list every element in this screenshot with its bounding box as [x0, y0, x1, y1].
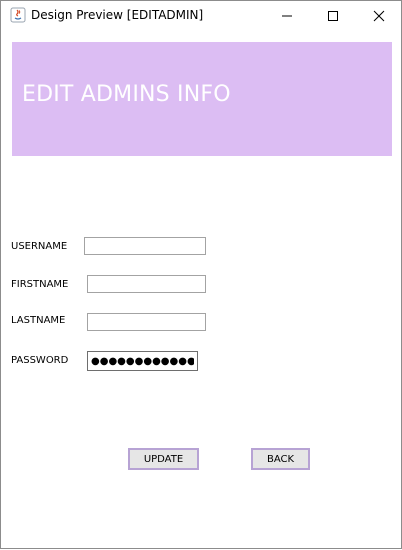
username-label: USERNAME	[11, 241, 68, 252]
update-button[interactable]: UPDATE	[128, 448, 199, 470]
password-label: PASSWORD	[11, 355, 69, 366]
window-title: Design Preview [EDITADMIN]	[31, 8, 204, 22]
firstname-input[interactable]	[87, 275, 206, 293]
password-input[interactable]	[87, 351, 198, 371]
title-bar[interactable]: Design Preview [EDITADMIN]	[1, 1, 401, 30]
app-window: Design Preview [EDITADMIN] EDIT ADMINS I…	[0, 0, 402, 549]
minimize-button[interactable]	[264, 1, 310, 30]
page-title: EDIT ADMINS INFO	[22, 82, 231, 107]
update-button-label: UPDATE	[143, 453, 184, 465]
lastname-input[interactable]	[87, 313, 206, 331]
firstname-label: FIRSTNAME	[11, 279, 69, 290]
lastname-label: LASTNAME	[11, 315, 66, 326]
java-app-icon	[10, 7, 26, 23]
back-button-label: BACK	[266, 453, 295, 465]
maximize-icon	[328, 10, 338, 21]
back-button[interactable]: BACK	[251, 448, 310, 470]
close-icon	[373, 10, 385, 21]
header-banner: EDIT ADMINS INFO	[12, 42, 392, 156]
username-input[interactable]	[84, 237, 206, 255]
close-button[interactable]	[356, 1, 402, 30]
minimize-icon	[282, 15, 292, 16]
maximize-button[interactable]	[310, 1, 356, 30]
